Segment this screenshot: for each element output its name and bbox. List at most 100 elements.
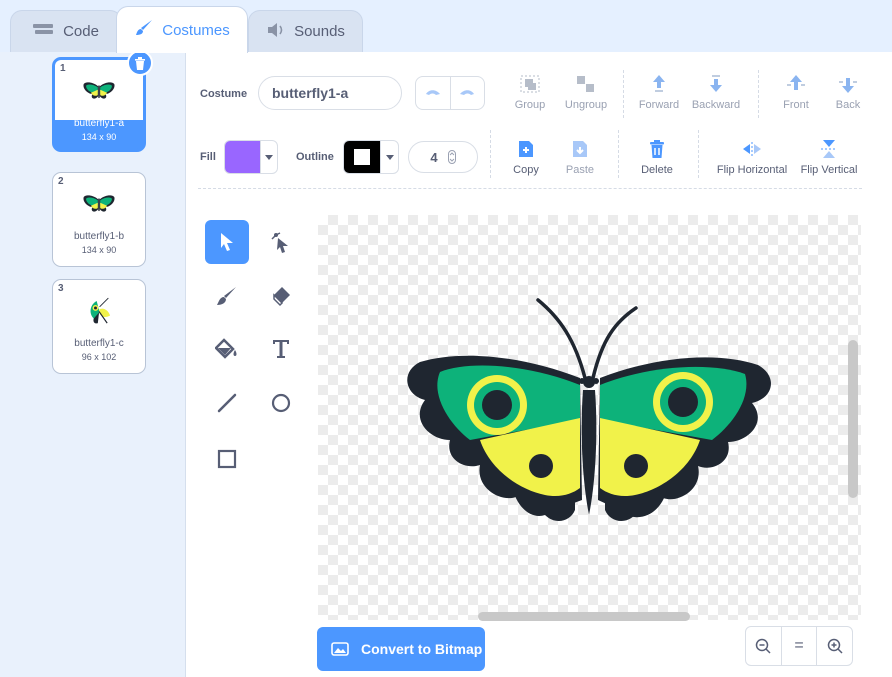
rectangle-icon xyxy=(217,449,237,469)
ungroup-label: Ungroup xyxy=(564,99,608,111)
tab-sounds[interactable]: Sounds xyxy=(248,10,363,52)
outline-color-picker[interactable] xyxy=(343,140,399,174)
eraser-icon xyxy=(273,287,290,307)
front-button[interactable]: Front xyxy=(766,73,826,111)
circle-icon xyxy=(271,393,291,413)
butterfly-costume xyxy=(407,298,771,522)
costume-number: 1 xyxy=(60,63,66,74)
image-icon xyxy=(331,642,349,656)
tab-costumes[interactable]: Costumes xyxy=(116,6,248,53)
delete-costume-button[interactable] xyxy=(127,50,153,76)
outline-label: Outline xyxy=(296,151,334,163)
flip-horizontal-icon xyxy=(712,138,792,160)
brush-tool[interactable] xyxy=(205,274,249,318)
group-button[interactable]: Group xyxy=(500,73,560,111)
text-icon xyxy=(273,340,289,358)
costume-thumbnail xyxy=(53,280,145,340)
zoom-out-button[interactable] xyxy=(746,627,781,665)
costume-number: 2 xyxy=(58,176,64,187)
flip-vertical-button[interactable]: Flip Vertical xyxy=(797,138,861,176)
tab-costumes-label: Costumes xyxy=(162,21,230,39)
text-tool[interactable] xyxy=(259,327,303,371)
speaker-icon xyxy=(266,22,286,42)
toolbar-separator xyxy=(618,130,619,178)
costume-name-input[interactable]: butterfly1-a xyxy=(258,76,402,110)
costume-size: 134 x 90 xyxy=(81,132,117,142)
back-button[interactable]: Back xyxy=(818,73,878,111)
paste-icon xyxy=(550,138,610,160)
redo-button[interactable] xyxy=(449,77,485,109)
code-icon xyxy=(33,23,55,41)
paint-canvas[interactable] xyxy=(318,215,861,620)
group-icon xyxy=(500,73,560,95)
fill-color-picker[interactable] xyxy=(224,140,278,174)
outline-width-value: 4 xyxy=(430,149,438,165)
redo-icon xyxy=(460,90,475,95)
zoom-out-icon xyxy=(756,638,771,654)
toolbar-separator xyxy=(623,70,624,118)
vertical-scrollbar[interactable] xyxy=(848,340,858,498)
costume-item-2[interactable]: 2 butterfly1-b 134 x 90 xyxy=(52,172,146,267)
trash-icon xyxy=(627,138,687,160)
editor-tab-bar: Code Costumes Sounds xyxy=(0,0,892,53)
costume-name: butterfly1-c xyxy=(74,338,124,349)
paintbrush-icon xyxy=(134,18,154,42)
copy-button[interactable]: Copy xyxy=(496,138,556,176)
forward-label: Forward xyxy=(638,99,680,111)
line-icon xyxy=(217,393,237,413)
outline-width-stepper[interactable]: 4 xyxy=(408,141,478,173)
chevron-down-icon xyxy=(380,141,398,173)
line-tool[interactable] xyxy=(205,381,249,425)
costume-item-3[interactable]: 3 butterfly1-c 96 x 102 xyxy=(52,279,146,374)
horizontal-scrollbar[interactable] xyxy=(478,612,690,621)
paste-label: Paste xyxy=(565,164,595,176)
paint-bucket-icon xyxy=(215,338,237,359)
fill-color-swatch xyxy=(225,141,260,173)
zoom-in-icon xyxy=(827,638,843,654)
undo-icon xyxy=(425,90,440,95)
toolbar-divider xyxy=(198,188,862,189)
delete-button[interactable]: Delete xyxy=(627,138,687,176)
ungroup-button[interactable]: Ungroup xyxy=(556,73,616,111)
costume-item-1[interactable]: 1 butterfly1-a 134 x 90 xyxy=(52,50,153,152)
backward-button[interactable]: Backward xyxy=(686,73,746,111)
forward-icon xyxy=(629,73,689,95)
convert-label: Convert to Bitmap xyxy=(361,641,483,657)
toolbar-separator xyxy=(490,130,491,178)
paste-button[interactable]: Paste xyxy=(550,138,610,176)
copy-label: Copy xyxy=(513,164,539,176)
flip-horizontal-label: Flip Horizontal xyxy=(716,164,788,176)
stepper-arrows-icon xyxy=(447,150,456,164)
tab-code[interactable]: Code xyxy=(10,10,122,52)
costume-name: butterfly1-b xyxy=(73,231,125,242)
convert-to-bitmap-button[interactable]: Convert to Bitmap xyxy=(317,627,485,671)
toolbar-separator xyxy=(758,70,759,118)
zoom-controls: = xyxy=(745,626,853,666)
chevron-down-icon xyxy=(259,141,277,173)
flip-vertical-icon xyxy=(797,138,861,160)
flip-vertical-label: Flip Vertical xyxy=(800,164,858,176)
rectangle-tool[interactable] xyxy=(205,437,249,481)
select-tool[interactable] xyxy=(205,220,249,264)
reshape-tool[interactable] xyxy=(259,220,303,264)
front-icon xyxy=(766,73,826,95)
fill-label: Fill xyxy=(200,151,216,163)
fill-tool[interactable] xyxy=(205,327,249,371)
tab-sounds-label: Sounds xyxy=(294,23,345,40)
costume-name: butterfly1-a xyxy=(73,118,125,129)
zoom-in-button[interactable] xyxy=(816,627,852,665)
circle-tool[interactable] xyxy=(259,381,303,425)
tab-code-label: Code xyxy=(63,23,99,40)
costume-number: 3 xyxy=(58,283,64,294)
trash-icon xyxy=(135,56,145,70)
undo-redo-group xyxy=(415,76,485,110)
forward-button[interactable]: Forward xyxy=(629,73,689,111)
eraser-tool[interactable] xyxy=(259,274,303,318)
flip-horizontal-button[interactable]: Flip Horizontal xyxy=(712,138,792,176)
back-icon xyxy=(818,73,878,95)
zoom-reset-button[interactable]: = xyxy=(780,627,817,665)
outline-color-swatch xyxy=(344,141,380,173)
arrow-pointer-icon xyxy=(221,233,233,251)
undo-button[interactable] xyxy=(416,77,450,109)
toolbar-separator xyxy=(698,130,699,178)
